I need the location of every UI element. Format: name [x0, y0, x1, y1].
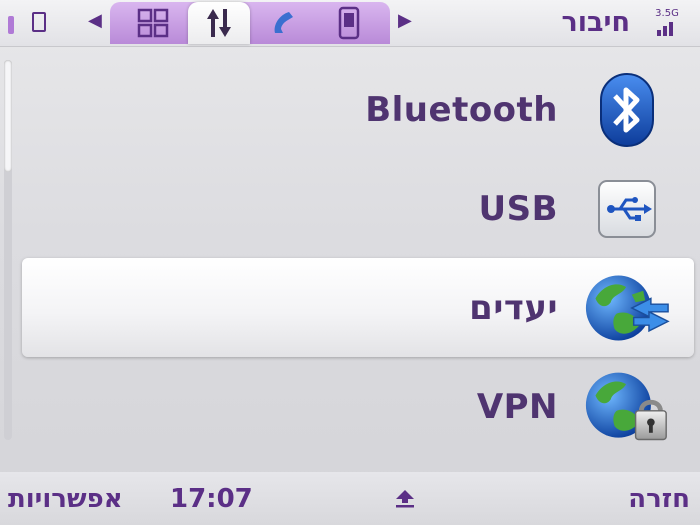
list-item-vpn[interactable]: VPN: [22, 357, 694, 456]
transfer-arrows-icon: [207, 9, 231, 37]
select-center-icon[interactable]: [394, 488, 416, 512]
list-item-usb[interactable]: USB: [22, 159, 694, 258]
back-softkey[interactable]: חזרה: [628, 484, 690, 514]
signal-strength: 3.5G: [652, 8, 682, 40]
page-title: חיבור: [561, 7, 631, 38]
list-item-label: יעדים: [469, 287, 558, 328]
tab-apps[interactable]: [122, 2, 184, 44]
network-type-label: 3.5G: [655, 8, 679, 19]
status-header: ◀ ▶ חיבור 3.5G: [0, 0, 700, 47]
tab-scroll-right-icon[interactable]: ▶: [398, 10, 412, 31]
list-item-destinations[interactable]: יעדים: [22, 258, 694, 357]
battery-icon: [32, 12, 46, 32]
clock-time: 17:07: [170, 484, 253, 514]
signal-bars-icon: [657, 22, 673, 36]
connectivity-list: Bluetooth USB יעדים VPN: [22, 60, 694, 456]
usb-icon: [584, 166, 670, 252]
tab-phone[interactable]: [254, 2, 316, 44]
scrollbar[interactable]: [4, 60, 12, 440]
scrollbar-thumb[interactable]: [4, 60, 12, 172]
destinations-globe-icon: [584, 265, 670, 351]
list-item-label: USB: [478, 188, 558, 229]
tab-device[interactable]: [318, 2, 380, 44]
phone-icon: [274, 12, 293, 33]
bluetooth-icon: [584, 67, 670, 153]
tab-connectivity[interactable]: [188, 2, 250, 44]
scroll-indicator: [8, 16, 14, 34]
vpn-globe-lock-icon: [584, 364, 670, 450]
options-softkey[interactable]: אפשרויות: [8, 484, 123, 514]
list-item-bluetooth[interactable]: Bluetooth: [22, 60, 694, 159]
tab-scroll-left-icon[interactable]: ◀: [88, 10, 102, 31]
list-item-label: Bluetooth: [365, 89, 558, 130]
mobile-device-icon: [338, 6, 360, 40]
list-item-label: VPN: [476, 386, 558, 427]
softkey-bar: אפשרויות 17:07 חזרה: [0, 472, 700, 525]
apps-grid-icon: [137, 8, 169, 38]
